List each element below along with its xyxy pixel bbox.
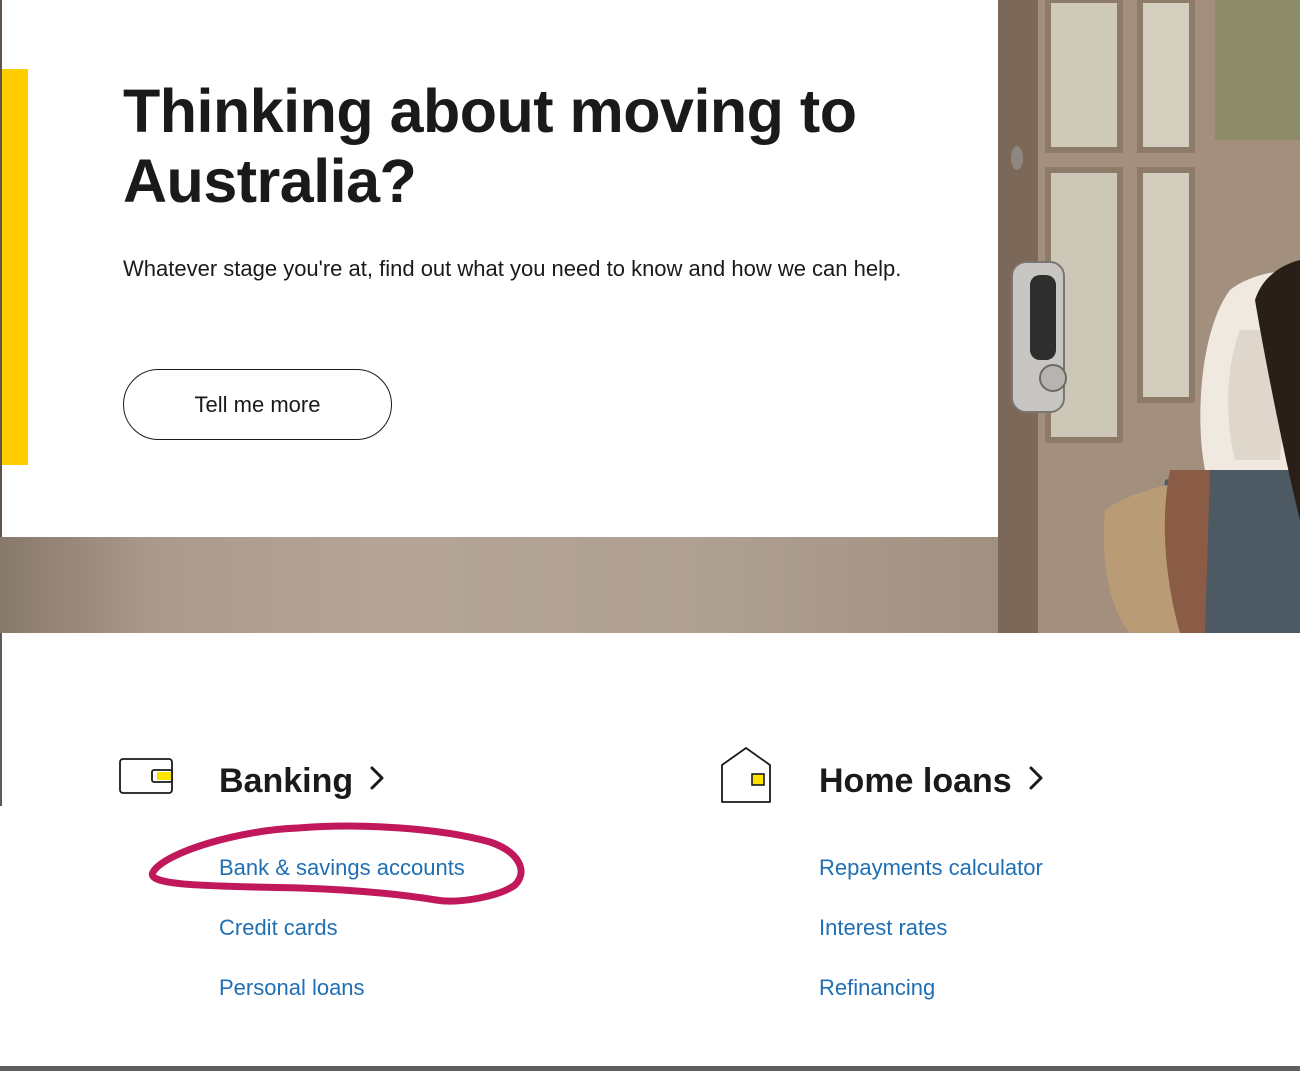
hero-card: Thinking about moving to Australia? What… [2,0,998,537]
house-icon [718,745,776,812]
chevron-right-icon [369,758,385,802]
interest-rates-link[interactable]: Interest rates [819,911,1043,971]
credit-cards-link[interactable]: Credit cards [219,911,465,971]
accent-bar [2,69,28,465]
page: Thinking about moving to Australia? What… [0,0,1300,1071]
home-loans-title: Home loans [819,762,1012,800]
page-edge [0,633,2,806]
hero-title: Thinking about moving to Australia? [123,77,857,215]
tell-me-more-button[interactable]: Tell me more [123,369,392,440]
hero-subtitle: Whatever stage you're at, find out what … [123,256,902,281]
home-loans-title-link[interactable]: Home loans [819,759,1044,803]
banking-links: Bank & savings accounts Credit cards Per… [219,851,465,1031]
bank-savings-accounts-link[interactable]: Bank & savings accounts [219,851,465,911]
banking-title-link[interactable]: Banking [219,759,385,803]
wallet-icon [118,745,176,802]
home-loans-links: Repayments calculator Interest rates Ref… [819,851,1043,1031]
banking-title: Banking [219,762,354,800]
refinancing-link[interactable]: Refinancing [819,971,1043,1031]
bottom-divider [0,1066,1300,1071]
hero-banner: Thinking about moving to Australia? What… [0,0,1300,633]
personal-loans-link[interactable]: Personal loans [219,971,465,1031]
repayments-calculator-link[interactable]: Repayments calculator [819,851,1043,911]
chevron-right-icon [1028,758,1044,802]
